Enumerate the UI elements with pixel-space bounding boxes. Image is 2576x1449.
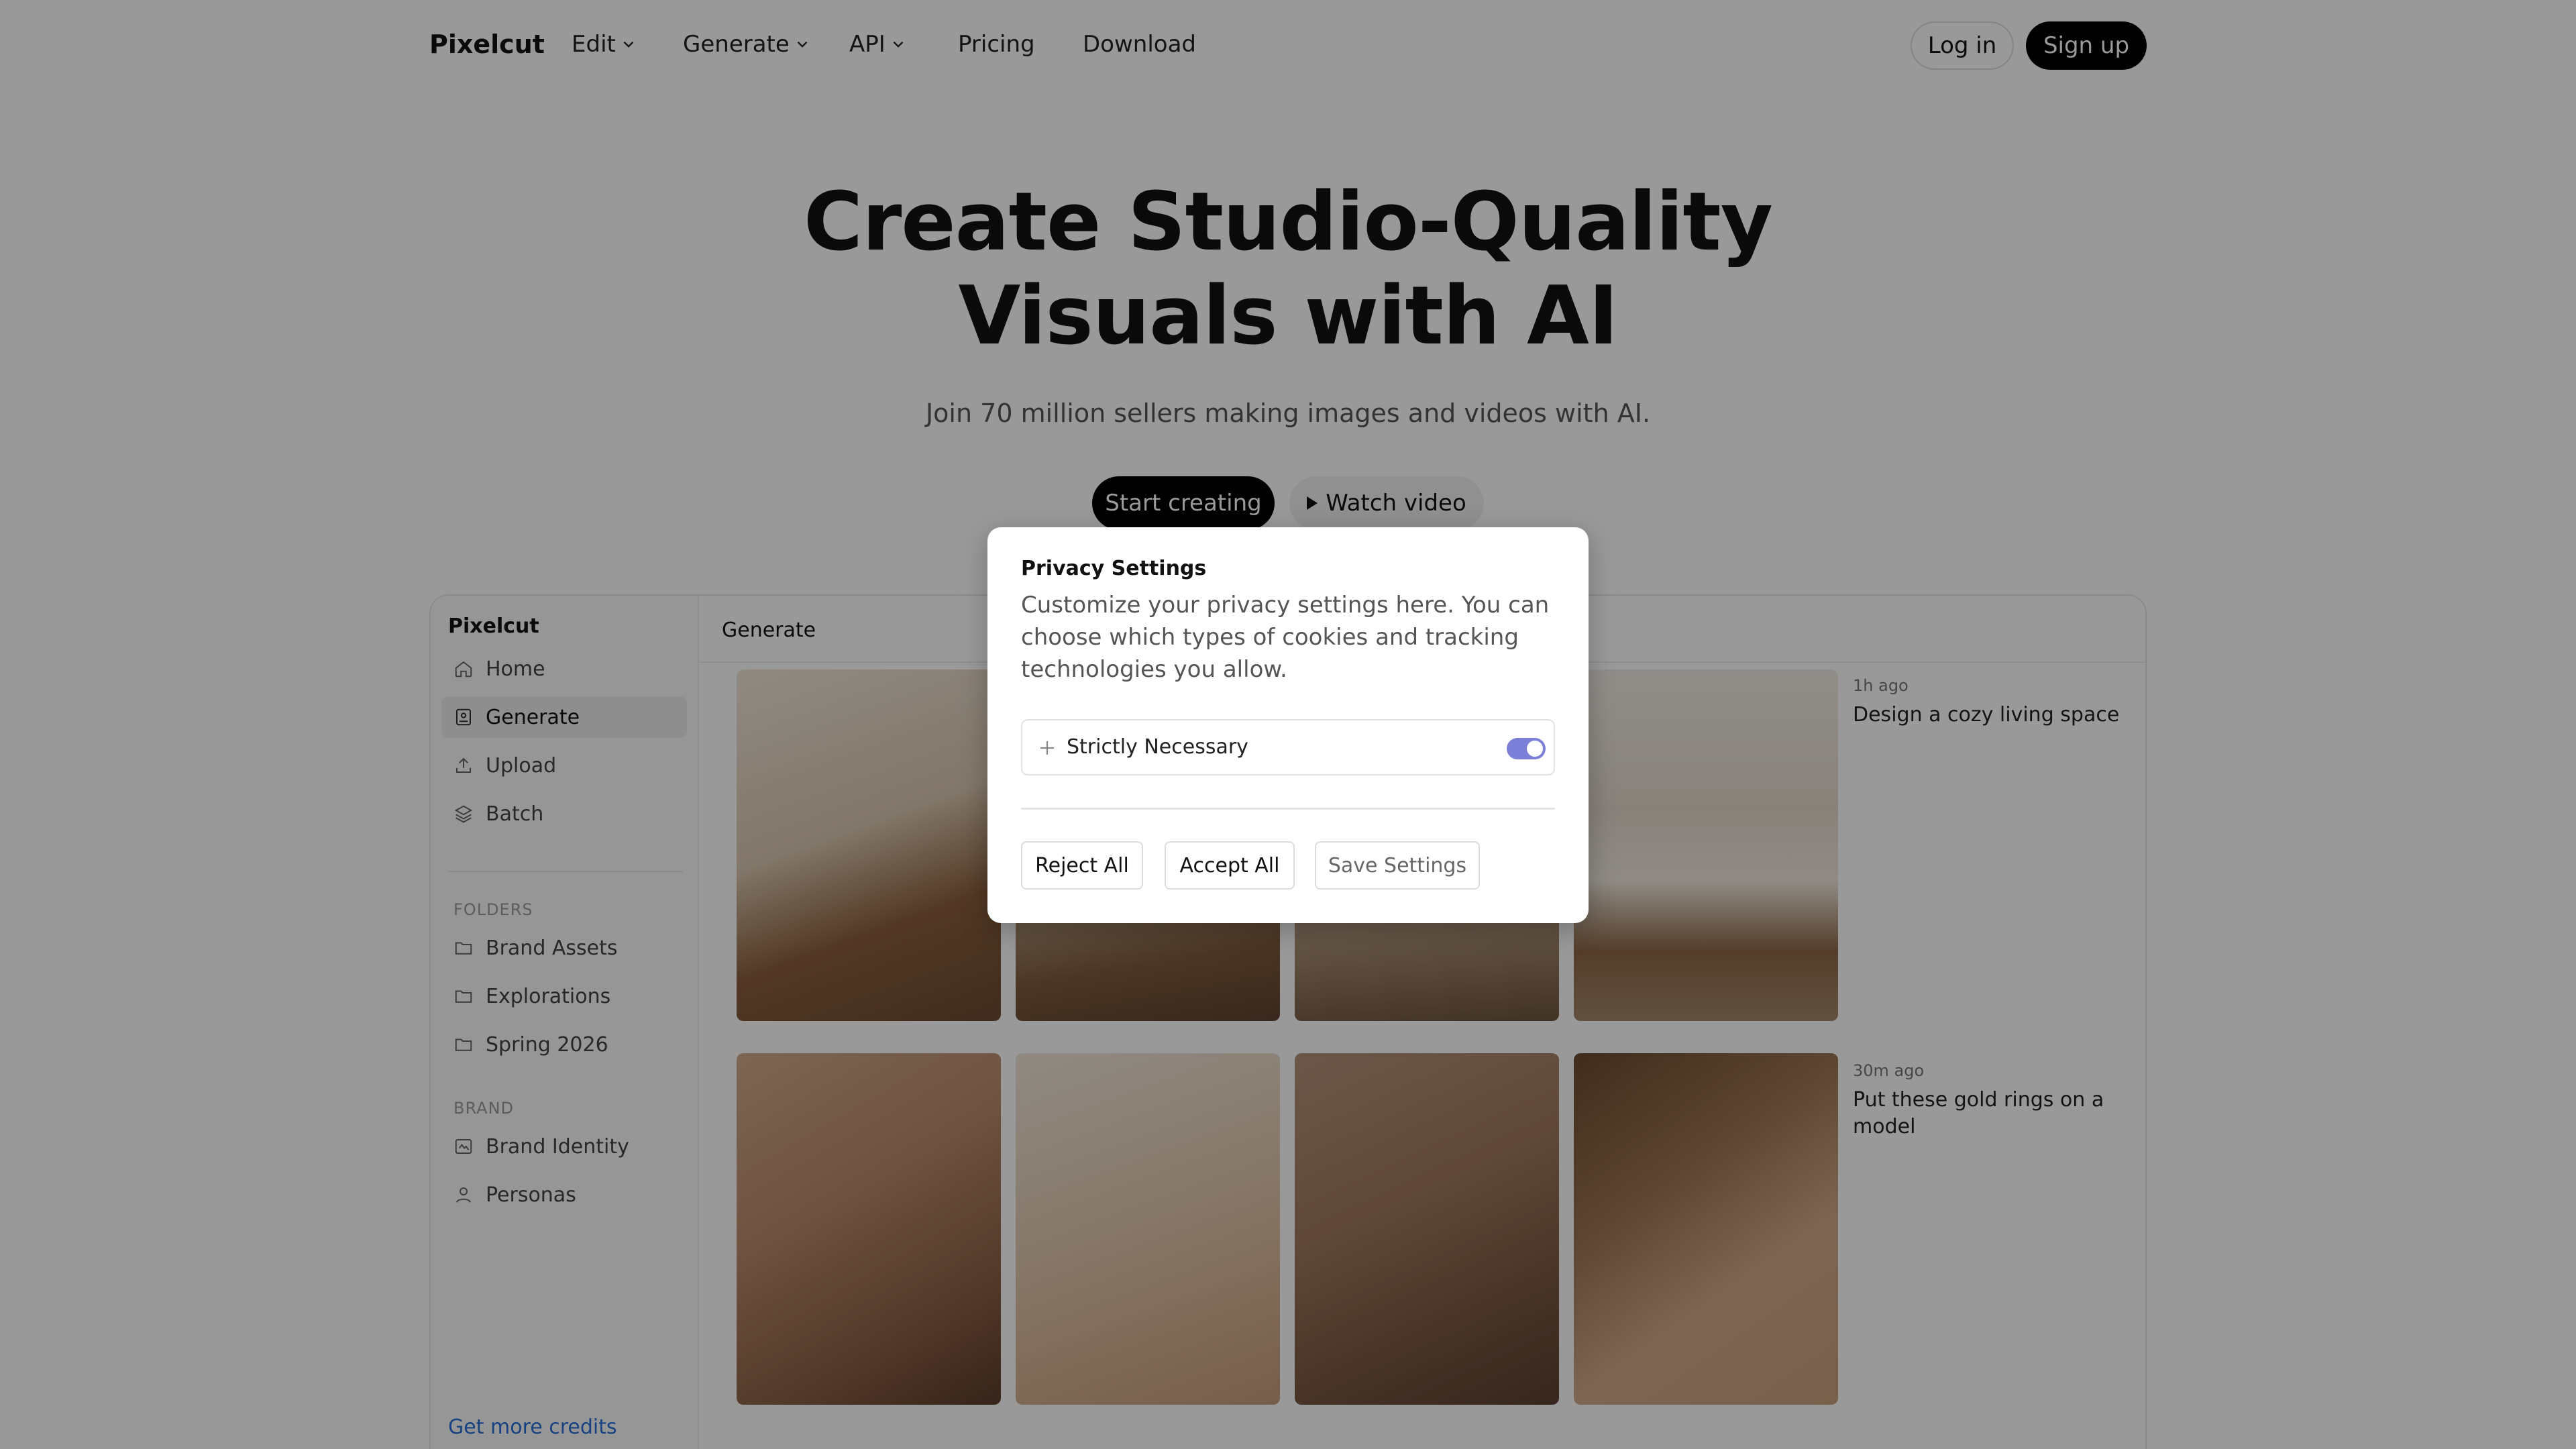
dialog-description: Customize your privacy settings here. Yo… [1021, 592, 1550, 683]
strictly-necessary-toggle[interactable] [1507, 738, 1546, 759]
reject-all-button[interactable]: Reject All [1021, 841, 1143, 890]
save-settings-button[interactable]: Save Settings [1315, 841, 1480, 890]
cookie-category-strictly-necessary[interactable]: Strictly Necessary [1021, 719, 1555, 775]
toggle-knob [1527, 741, 1543, 757]
cookie-category-label: Strictly Necessary [1067, 735, 1248, 759]
plus-icon[interactable] [1037, 738, 1057, 758]
dialog-title: Privacy Settings [1021, 557, 1207, 580]
dialog-divider [1021, 808, 1555, 810]
toggle-indicator [1512, 743, 1517, 749]
accept-all-button[interactable]: Accept All [1165, 841, 1295, 890]
privacy-settings-dialog: Privacy Settings Customize your privacy … [987, 527, 1589, 923]
